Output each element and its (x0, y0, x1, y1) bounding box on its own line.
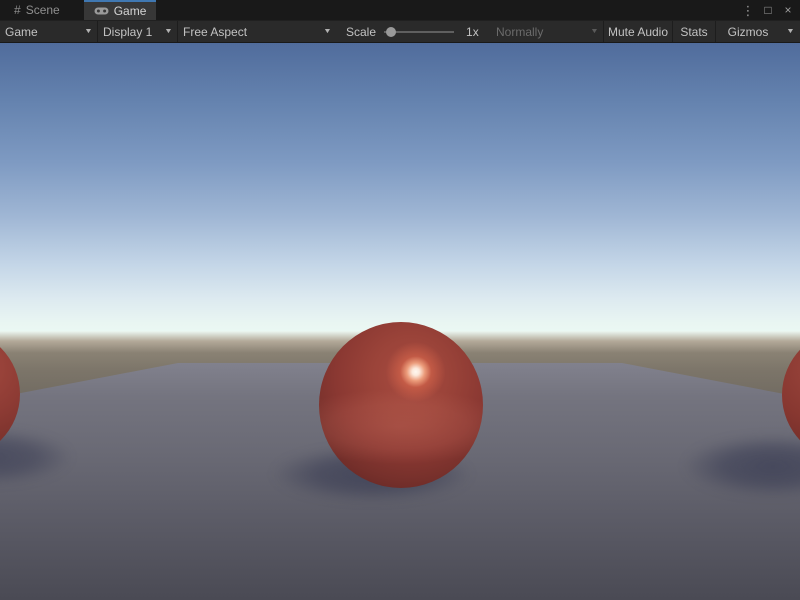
red-sphere-center (319, 322, 483, 488)
scale-control: Scale 1x (336, 21, 484, 42)
unity-game-view-window: # Scene Game ⋮ □ × Game ▼ Displa (0, 0, 800, 600)
window-controls: ⋮ □ × (740, 0, 796, 20)
game-render-viewport[interactable] (0, 43, 800, 600)
mute-audio-label: Mute Audio (608, 25, 668, 39)
mute-audio-button[interactable]: Mute Audio (604, 21, 672, 42)
aspect-ratio-dropdown[interactable]: Free Aspect ▼ (178, 21, 336, 42)
stats-button[interactable]: Stats (673, 21, 715, 42)
gizmos-button[interactable]: Gizmos (716, 21, 780, 42)
stats-label: Stats (680, 25, 707, 39)
close-icon[interactable]: × (780, 2, 796, 18)
tab-scene-label: Scene (26, 3, 60, 17)
scale-value: 1x (466, 25, 479, 39)
scale-label: Scale (346, 25, 376, 39)
scene-grid-icon: # (14, 3, 21, 17)
chevron-down-icon: ▼ (590, 28, 599, 35)
tab-game-label: Game (114, 4, 147, 18)
view-mode-dropdown[interactable]: Game ▼ (0, 21, 97, 42)
toolbar-spacer (484, 21, 491, 42)
chevron-down-icon: ▼ (786, 28, 795, 35)
tab-scene[interactable]: # Scene (4, 0, 70, 20)
slider-knob[interactable] (386, 27, 396, 37)
kebab-menu-icon[interactable]: ⋮ (740, 2, 756, 18)
maximize-icon[interactable]: □ (760, 2, 776, 18)
play-mode-label: Normally (496, 25, 543, 39)
gizmos-label: Gizmos (728, 25, 769, 39)
play-mode-dropdown-disabled[interactable]: Normally ▼ (491, 21, 603, 42)
display-dropdown-label: Display 1 (103, 25, 152, 39)
gizmos-dropdown-arrow[interactable]: ▼ (780, 21, 800, 42)
gamepad-icon (94, 6, 109, 16)
view-mode-label: Game (5, 25, 38, 39)
display-dropdown[interactable]: Display 1 ▼ (98, 21, 177, 42)
tab-bar: # Scene Game ⋮ □ × (0, 0, 800, 20)
chevron-down-icon: ▼ (84, 28, 93, 35)
skybox-gradient (0, 43, 800, 341)
scale-slider[interactable] (384, 26, 454, 38)
aspect-ratio-label: Free Aspect (183, 25, 247, 39)
tab-game[interactable]: Game (84, 0, 157, 20)
game-view-toolbar: Game ▼ Display 1 ▼ Free Aspect ▼ Scale 1… (0, 20, 800, 42)
chevron-down-icon: ▼ (323, 28, 332, 35)
chevron-down-icon: ▼ (164, 28, 173, 35)
